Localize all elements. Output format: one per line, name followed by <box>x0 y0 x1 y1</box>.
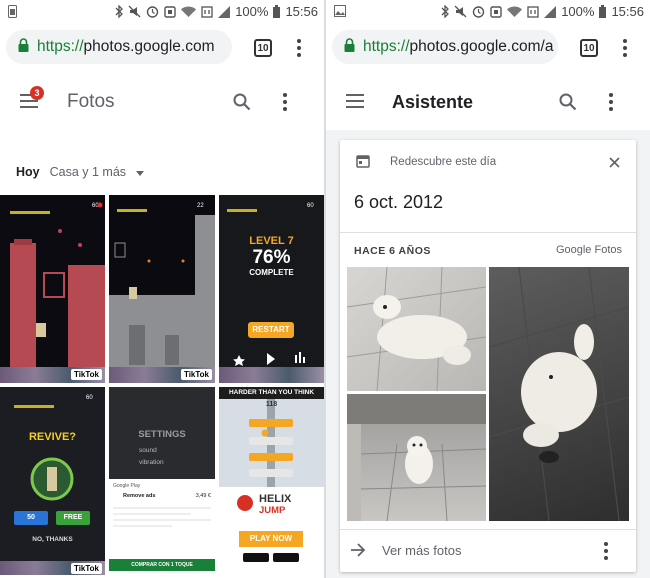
memory-photo[interactable] <box>347 267 486 391</box>
tab-switcher-button[interactable]: 10 <box>580 39 598 57</box>
page-title: Fotos <box>67 91 115 112</box>
tiktok-watermark: TikTok <box>109 367 215 383</box>
filter-place[interactable]: Casa y 1 más <box>50 165 126 179</box>
battery-icon <box>599 5 607 18</box>
filter-today: Hoy <box>16 165 40 179</box>
notification-badge: 3 <box>30 86 44 100</box>
assistant-pane: 100% 15:56 https://photos.google.com/a 1… <box>326 0 650 578</box>
photo-thumbnail[interactable]: 60 TikTok <box>0 195 105 383</box>
tab-switcher-button[interactable]: 10 <box>254 39 272 57</box>
level-label: LEVEL 7 <box>249 235 294 247</box>
jump-logo: JUMP <box>259 505 286 516</box>
nfc-icon <box>164 5 176 18</box>
address-bar[interactable]: https://photos.google.com/a <box>332 30 558 64</box>
signal-icon <box>218 5 231 18</box>
tiktok-watermark: TikTok <box>0 561 105 575</box>
clock: 15:56 <box>611 4 644 19</box>
score-label: 118 <box>265 401 278 408</box>
tiktok-watermark <box>219 367 324 383</box>
no-thanks-link[interactable]: NO, THANKS <box>0 536 105 543</box>
search-icon[interactable] <box>233 93 251 116</box>
address-bar[interactable]: https://photos.google.com <box>6 30 232 64</box>
battery-percent: 100% <box>561 4 595 19</box>
rediscover-card: Redescubre este día 6 oct. 2012 HACE 6 A… <box>340 140 636 572</box>
alarm-icon <box>146 5 159 18</box>
bluetooth-icon <box>115 5 124 18</box>
helix-logo: HELIX <box>259 493 292 505</box>
nfc-icon <box>490 5 502 18</box>
memory-photo[interactable] <box>489 267 629 521</box>
browser-menu-icon[interactable] <box>297 39 301 60</box>
browser-menu-icon[interactable] <box>623 39 627 60</box>
google-photos-brand: Google Fotos <box>555 244 622 256</box>
photo-thumbnail[interactable]: 60 LEVEL 7 76% COMPLETE RESTART <box>219 195 324 383</box>
remove-ads-label: Remove ads <box>123 493 156 499</box>
image-icon <box>334 5 346 17</box>
see-more-link[interactable]: Ver más fotos <box>382 543 461 558</box>
app-bar: Asistente <box>326 72 650 130</box>
overflow-menu-icon[interactable] <box>609 93 613 114</box>
photo-thumbnail[interactable]: 60 REVIVE? 50 FREE NO, THANKS TikTok <box>0 387 105 575</box>
date-filter: Hoy Casa y 1 más <box>16 165 145 179</box>
battery-icon <box>273 5 281 18</box>
mute-icon <box>454 5 467 18</box>
photos-pane: 100% 15:56 https://photos.google.com 10 … <box>0 0 324 578</box>
data-icon <box>201 5 213 18</box>
browser-toolbar: https://photos.google.com/a 10 <box>326 24 650 72</box>
browser-toolbar: https://photos.google.com 10 <box>0 24 324 72</box>
hamburger-menu-icon[interactable] <box>346 94 364 112</box>
calendar-icon <box>356 154 370 173</box>
memory-photo[interactable] <box>347 394 486 521</box>
battery-percent: 100% <box>235 4 269 19</box>
svg-text:60: 60 <box>307 203 314 209</box>
url-text: https://photos.google.com <box>37 38 215 55</box>
page-title: Asistente <box>392 92 474 112</box>
svg-text:22: 22 <box>197 203 204 209</box>
complete-label: COMPLETE <box>249 268 294 277</box>
data-icon <box>527 5 539 18</box>
play-now-button[interactable]: PLAY NOW <box>239 531 303 547</box>
arrow-right-icon[interactable] <box>350 543 366 562</box>
svg-text:60: 60 <box>86 395 93 401</box>
photo-thumbnail[interactable]: 22 TikTok <box>109 195 215 383</box>
percent-label: 76% <box>252 247 291 268</box>
clock: 15:56 <box>285 4 318 19</box>
revive-free-button[interactable]: FREE <box>56 511 90 525</box>
store-label: Google Play <box>113 483 141 489</box>
alarm-icon <box>472 5 485 18</box>
signal-icon <box>544 5 557 18</box>
status-bar: 100% 15:56 <box>326 0 650 24</box>
bluetooth-icon <box>441 5 450 18</box>
revive-coins-button[interactable]: 50 <box>14 511 48 525</box>
sim-icon <box>8 5 17 18</box>
app-bar: 3 Fotos <box>0 72 324 130</box>
tiktok-watermark: TikTok <box>0 367 105 383</box>
price-label: 3,49 € <box>195 493 211 499</box>
card-label: Redescubre este día <box>390 156 497 168</box>
overflow-menu-icon[interactable] <box>283 93 287 114</box>
vibration-option: vibration <box>139 459 164 466</box>
search-icon[interactable] <box>559 93 577 116</box>
photo-thumbnail[interactable]: SETTINGS sound vibration Google Play Rem… <box>109 387 215 575</box>
years-ago-label: HACE 6 AÑOS <box>354 245 431 257</box>
memory-date: 6 oct. 2012 <box>354 192 444 212</box>
card-menu-icon[interactable] <box>604 542 608 563</box>
lock-icon <box>18 37 29 57</box>
mute-icon <box>128 5 141 18</box>
chevron-down-icon[interactable] <box>136 165 145 179</box>
buy-button[interactable]: COMPRAR CON 1 TOQUE <box>109 559 215 571</box>
restart-button[interactable]: RESTART <box>248 322 294 338</box>
wifi-icon <box>507 6 523 18</box>
url-text: https://photos.google.com/a <box>363 38 554 55</box>
lock-icon <box>344 37 355 57</box>
close-icon[interactable] <box>609 155 620 173</box>
photo-thumbnail[interactable]: HARDER THAN YOU THINK 118 HELIX JUMP PLA… <box>219 387 324 575</box>
wifi-icon <box>181 6 197 18</box>
status-bar: 100% 15:56 <box>0 0 324 24</box>
revive-label: REVIVE? <box>28 431 77 443</box>
sound-option: sound <box>139 447 157 454</box>
settings-label: SETTINGS <box>138 429 186 440</box>
